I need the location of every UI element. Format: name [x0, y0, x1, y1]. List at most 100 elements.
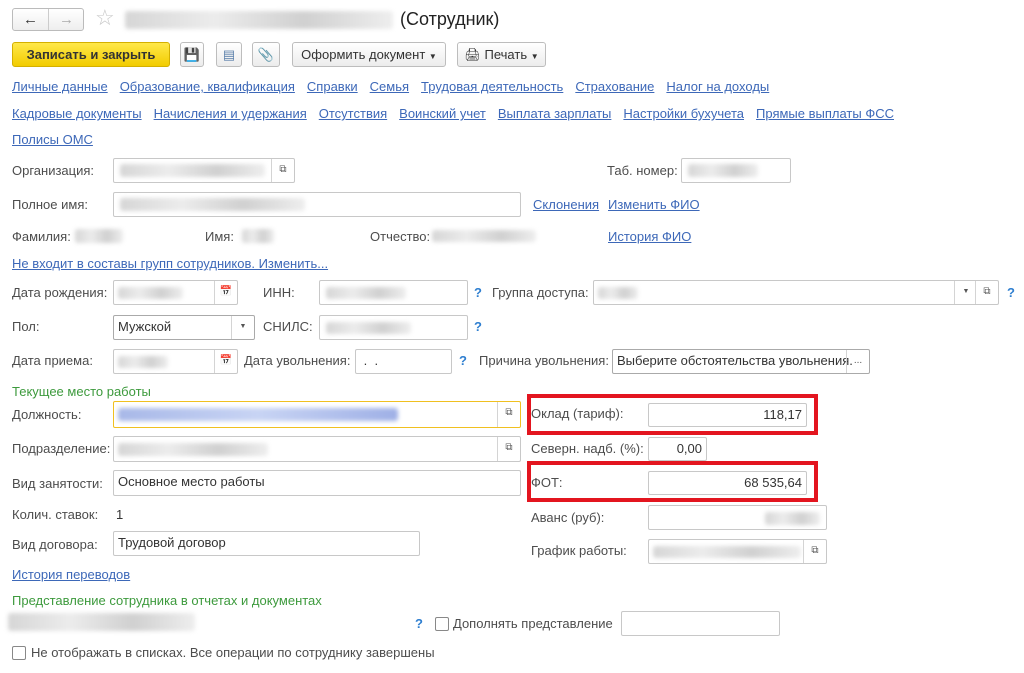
birth-field[interactable]: 📅 — [113, 280, 238, 305]
fire-reason-field[interactable]: Выберите обстоятельства увольнения.... — [612, 349, 870, 374]
calendar-icon[interactable]: 📅 — [214, 281, 237, 304]
chevron-down-icon[interactable]: ▼ — [954, 281, 977, 304]
link-education[interactable]: Образование, квалификация — [120, 79, 295, 94]
inn-help-icon[interactable]: ? — [474, 285, 482, 300]
access-group-field[interactable]: ▼ ⧉ — [593, 280, 999, 305]
inn-label: ИНН: — [263, 285, 295, 300]
back-button[interactable]: ← — [13, 9, 49, 30]
links-row-2: Кадровые документы Начисления и удержани… — [12, 106, 894, 121]
groups-link[interactable]: Не входит в составы групп сотрудников. И… — [12, 256, 328, 271]
employment-field[interactable]: Основное место работы — [113, 470, 521, 496]
birth-label: Дата рождения: — [12, 285, 108, 300]
surname-label: Фамилия: — [12, 229, 71, 244]
employee-name-blurred — [125, 11, 393, 29]
save-close-button[interactable]: Записать и закрыть — [12, 42, 170, 67]
forward-button[interactable]: → — [49, 9, 84, 30]
supplement-field[interactable] — [621, 611, 780, 636]
snils-help-icon[interactable]: ? — [474, 319, 482, 334]
north-bonus-field[interactable]: 0,00 — [648, 437, 707, 461]
fire-date-field[interactable]: . . — [355, 349, 452, 374]
nav-buttons: ← → — [12, 8, 84, 31]
link-absences[interactable]: Отсутствия — [319, 106, 387, 121]
open-icon[interactable]: ⧉ — [271, 159, 294, 182]
change-fio-link[interactable]: Изменить ФИО — [608, 197, 700, 212]
fot-highlight — [527, 461, 818, 502]
print-button[interactable]: 🖨 Печать ▼ — [457, 42, 546, 67]
snils-field[interactable] — [319, 315, 468, 340]
chevron-down-icon: ▼ — [428, 52, 437, 61]
save-button[interactable]: 💾 — [180, 42, 204, 67]
fire-reason-label: Причина увольнения: — [479, 353, 609, 368]
blurred-value — [118, 408, 398, 421]
blurred-value — [118, 287, 183, 299]
attach-button[interactable]: 📎 — [252, 42, 280, 67]
open-icon[interactable]: ⧉ — [803, 540, 826, 563]
link-family[interactable]: Семья — [370, 79, 409, 94]
make-document-button[interactable]: Оформить документ ▼ — [292, 42, 446, 67]
link-insurance[interactable]: Страхование — [575, 79, 654, 94]
list-button[interactable]: ▤ — [216, 42, 242, 67]
org-field[interactable]: ⧉ — [113, 158, 295, 183]
repr-help-icon[interactable]: ? — [415, 616, 423, 631]
hire-date-label: Дата приема: — [12, 353, 93, 368]
declensions-link[interactable]: Склонения — [533, 197, 599, 212]
fullname-field[interactable] — [113, 192, 521, 217]
link-fss[interactable]: Прямые выплаты ФСС — [756, 106, 894, 121]
hide-label: Не отображать в списках. Все операции по… — [31, 645, 435, 660]
link-work-history[interactable]: Трудовая деятельность — [421, 79, 563, 94]
inn-field[interactable] — [319, 280, 468, 305]
link-hr-docs[interactable]: Кадровые документы — [12, 106, 142, 121]
contract-field[interactable]: Трудовой договор — [113, 531, 420, 556]
chevron-down-icon[interactable]: ▼ — [231, 316, 254, 339]
supplement-checkbox[interactable] — [435, 617, 449, 631]
employment-label: Вид занятости: — [12, 476, 103, 491]
printer-icon: 🖨 — [464, 47, 481, 62]
tab-number-field[interactable] — [681, 158, 791, 183]
repr-blurred — [8, 613, 195, 631]
link-accruals[interactable]: Начисления и удержания — [154, 106, 307, 121]
surname-blurred — [75, 229, 123, 243]
patronymic-label: Отчество: — [370, 229, 431, 244]
tab-number-label: Таб. номер: — [607, 163, 678, 178]
hire-date-field[interactable]: 📅 — [113, 349, 238, 374]
calendar-icon[interactable]: 📅 — [214, 350, 237, 373]
patronymic-blurred — [432, 230, 536, 242]
blurred-value — [118, 356, 168, 368]
link-certificates[interactable]: Справки — [307, 79, 358, 94]
sex-label: Пол: — [12, 319, 40, 334]
position-field[interactable]: ⧉ — [113, 401, 521, 428]
hide-checkbox[interactable] — [12, 646, 26, 660]
work-section-title: Текущее место работы — [12, 384, 151, 399]
rates-label: Колич. ставок: — [12, 507, 99, 522]
supplement-label: Дополнять представление — [453, 616, 613, 631]
link-accounting[interactable]: Настройки бухучета — [623, 106, 744, 121]
advance-label: Аванс (руб): — [531, 510, 605, 525]
repr-section-title: Представление сотрудника в отчетах и док… — [12, 593, 322, 608]
transfers-history-link[interactable]: История переводов — [12, 567, 130, 582]
fire-help-icon[interactable]: ? — [459, 353, 467, 368]
links-row-3: Полисы ОМС — [12, 132, 93, 147]
paperclip-icon: 📎 — [257, 47, 275, 62]
star-icon[interactable]: ☆ — [95, 5, 115, 31]
snils-label: СНИЛС: — [263, 319, 313, 334]
link-military[interactable]: Воинский учет — [399, 106, 486, 121]
blurred-value — [326, 322, 411, 334]
link-personal[interactable]: Личные данные — [12, 79, 108, 94]
select-button[interactable]: ... — [846, 350, 869, 373]
fullname-label: Полное имя: — [12, 197, 88, 212]
link-income-tax[interactable]: Налог на доходы — [666, 79, 769, 94]
open-icon[interactable]: ⧉ — [975, 281, 998, 304]
dept-label: Подразделение: — [12, 441, 111, 456]
dept-field[interactable]: ⧉ — [113, 436, 521, 462]
access-help-icon[interactable]: ? — [1007, 285, 1015, 300]
blurred-value — [653, 546, 801, 558]
link-oms[interactable]: Полисы ОМС — [12, 132, 93, 147]
fio-history-link[interactable]: История ФИО — [608, 229, 691, 244]
open-icon[interactable]: ⧉ — [497, 437, 520, 461]
sex-select[interactable]: Мужской ▼ — [113, 315, 255, 340]
open-icon[interactable]: ⧉ — [497, 402, 520, 427]
link-salary-payment[interactable]: Выплата зарплаты — [498, 106, 612, 121]
schedule-field[interactable]: ⧉ — [648, 539, 827, 564]
advance-field[interactable] — [648, 505, 827, 530]
floppy-icon: 💾 — [183, 47, 201, 62]
